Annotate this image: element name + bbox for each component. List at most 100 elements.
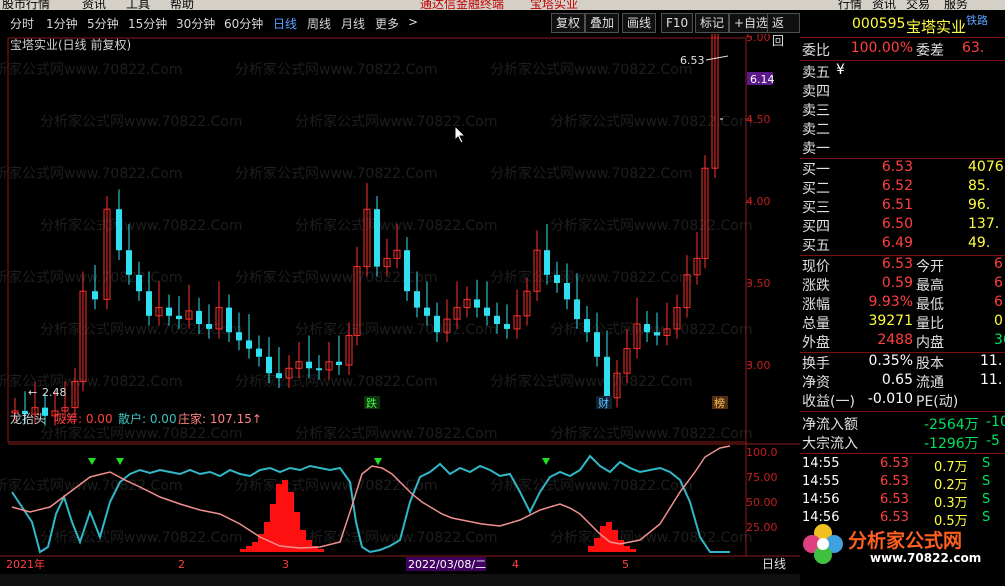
window-stock-name: 宝塔实业 [530,0,579,10]
candle-body [226,307,232,333]
candle-body [196,310,202,324]
watermark-text: 分析家公式网www.70822.Com [550,113,752,130]
menu-news[interactable]: 资讯 [82,0,106,10]
indicator-tick-label: 50.00 [746,496,778,509]
period-tab-5min[interactable]: 5分钟 [87,15,119,32]
candle-body [236,332,242,341]
watermark-text: 分析家公式网www.70822.Com [235,165,437,182]
candle-body [554,274,560,283]
sell-level-row: 卖四 [802,84,830,100]
date-mark-2: 2 [178,558,185,571]
draw-line-button[interactable]: 画线 [622,13,657,33]
period-tab-15min[interactable]: 15分钟 [128,15,167,32]
watermark-text: 分析家公式网www.70822.Com [40,529,242,546]
mark-button[interactable]: 标记 [695,13,730,33]
date-cursor-label: 2022/03/08/二 [408,558,486,571]
period-tab-more[interactable]: 更多 [375,15,399,32]
date-year: 2021年 [6,557,45,571]
chevron-right-icon[interactable]: > [408,15,418,29]
quote-stat-row: 涨幅 9.93% 最低 6 [802,294,1003,313]
buy-signal-icon [374,458,382,465]
svg-text:财: 财 [598,396,609,410]
indicator-bar [594,538,600,552]
buy-level-row: 买三 6.51 96. [802,197,991,216]
candle-body [544,250,550,275]
marker-bang[interactable]: 榜 [712,396,728,410]
candle-body [116,209,122,251]
date-mark-4: 4 [512,558,519,571]
svg-text:榜: 榜 [714,396,725,410]
high-annotation: 6.53 [680,54,729,67]
period-tab-day[interactable]: 日线 [273,15,297,32]
fundamental-row: 净资 0.65 流通 11. [802,372,1003,391]
site-logo: 分析家公式网 www.70822.com [800,520,1005,580]
kline-chart[interactable]: 分析家公式网www.70822.Com 分析家公式网www.70822.Com 分析… [0,34,800,586]
indicator-bar [288,492,294,552]
indicator-bar [306,540,312,552]
candle-body [404,250,410,292]
adjust-button[interactable]: 复权 [551,13,586,33]
menu-market[interactable]: 股市行情 [2,0,50,10]
candle-body [266,356,272,374]
low-annotation: ← 2.48 [28,386,67,399]
trade-tick-row: 14:55 6.53 0.2万 S [802,474,991,493]
candle-body [604,356,610,398]
period-tab-60min[interactable]: 60分钟 [224,15,263,32]
menu-tools[interactable]: 工具 [126,0,150,10]
sell-level-row: 卖五 ¥ [802,62,845,81]
period-tab-1min[interactable]: 1分钟 [46,15,78,32]
watermark-text: 分析家公式网www.70822.Com [40,113,242,130]
indicator-bar [282,480,288,552]
period-tab-fenshi[interactable]: 分时 [10,15,34,32]
candle-body [644,324,650,333]
candle-body [336,361,342,365]
candle-body [374,209,380,267]
quote-stat-row: 总量 39271 量比 0 [802,313,1003,332]
quote-stat-row: 外盘2488内盘36 [802,332,1005,351]
watermark-text: 分析家公式网www.70822.Com [235,61,437,78]
watermark-text: 分析家公式网www.70822.Com [490,269,692,286]
fundamental-row: 收益(一) -0.010 PE(动) [802,391,959,410]
indicator-label-sanhu: 散户: 0.00 [118,411,177,426]
watermark-text: 分析家公式网www.70822.Com [40,217,242,234]
period-tab-week[interactable]: 周线 [307,15,331,32]
candle-body [276,373,282,379]
stock-header: 000595 宝塔实业 铁路 [802,14,1005,36]
f10-button[interactable]: F10 [661,13,694,33]
marker-cai[interactable]: 财 [596,396,612,410]
candle-body [474,299,480,308]
stock-code: 000595 [852,16,906,32]
buy-signal-icon [542,458,550,465]
flower-logo-icon [803,524,843,564]
menu-quote[interactable]: 行情 [838,0,862,10]
buy-level-row: 买二 6.52 85. [802,178,991,197]
menu-trade[interactable]: 交易 [906,0,930,10]
candle-body [484,307,490,316]
cursor-arrow-icon [454,125,467,144]
indicator-bar [252,542,258,552]
menu-service[interactable]: 服务 [944,0,968,10]
watermark-text: 分析家公式网www.70822.Com [490,373,692,390]
buy-level-row: 买一 6.53 4076 [802,159,1004,178]
sell-level-row: 卖三 [802,103,830,119]
overlay-button[interactable]: 叠加 [585,13,620,33]
indicator-bar [276,484,282,552]
svg-text:6.14: 6.14 [750,73,775,86]
buy-level-row: 买五 6.49 49. [802,235,991,254]
sell-level-row: 卖一 [802,141,830,157]
period-tab-month[interactable]: 月线 [341,15,365,32]
marker-die[interactable]: 跌 [364,396,380,410]
watermark-text: 分析家公式网www.70822.Com [40,425,242,442]
watermark-text: 分析家公式网www.70822.Com [490,165,692,182]
chart-title: 宝塔实业(日线 前复权) [10,37,131,52]
period-indicator[interactable]: 日线 [762,557,786,571]
price-tick-label: 3.50 [746,277,771,290]
back-button[interactable]: 返回 [767,13,800,48]
menu-info[interactable]: 资讯 [872,0,896,10]
fundamental-row: 换手 0.35% 股本 11. [802,353,1003,372]
sector-tag[interactable]: 铁路 [966,12,988,28]
period-tab-30min[interactable]: 30分钟 [176,15,215,32]
indicator-bar [618,540,624,552]
menu-help[interactable]: 帮助 [170,0,194,10]
indicator-tick-label: 75.00 [746,471,778,484]
